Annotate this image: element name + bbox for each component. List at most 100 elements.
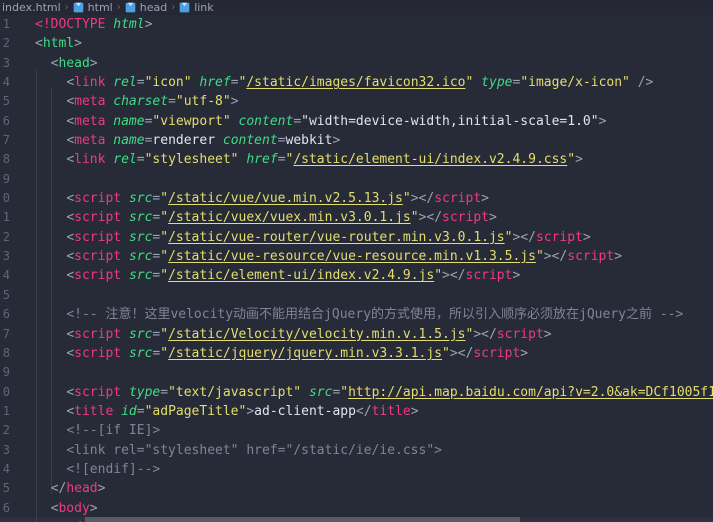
chevron-right-icon: › (171, 2, 176, 13)
code-text: <script src="/static/vuex/vuex.min.v3.0.… (66, 210, 497, 226)
scrollbar-thumb[interactable] (85, 517, 520, 522)
code-line: 3 <head> (0, 54, 713, 73)
line-number: 0 (2, 191, 10, 206)
code-line: 9 (0, 170, 713, 189)
breadcrumb: index.html › html › head › link (0, 0, 713, 15)
breadcrumb-item-html[interactable]: html (73, 1, 113, 14)
code-line: 3 <link rel="stylesheet" href="/static/i… (0, 441, 713, 460)
breadcrumb-item-head[interactable]: head (125, 1, 167, 14)
breadcrumb-item-link[interactable]: link (179, 1, 214, 14)
line-number: 6 (2, 500, 10, 515)
line-number: 7 (2, 326, 10, 341)
line-number: 8 (2, 152, 10, 167)
code-line: 8 <script src="/static/jquery/jquery.min… (0, 344, 713, 363)
line-number: 4 (2, 268, 10, 283)
code-line: 7 <script src="/static/Velocity/velocity… (0, 325, 713, 344)
breadcrumb-file-label: index.html (2, 1, 61, 14)
horizontal-scrollbar[interactable] (0, 517, 713, 522)
code-text: <meta name="viewport" content="width=dev… (66, 113, 607, 129)
code-line: 6 <meta name="viewport" content="width=d… (0, 112, 713, 131)
line-number: 9 (2, 171, 10, 186)
breadcrumb-item-label: html (87, 1, 113, 14)
symbol-tag-icon (125, 2, 136, 13)
line-number: 3 (2, 442, 10, 457)
symbol-tag-icon (73, 2, 83, 13)
indent-guide (36, 69, 37, 522)
code-line: 0 <script src="/static/vue/vue.min.v2.5.… (0, 189, 713, 208)
line-number: 5 (2, 481, 10, 496)
code-text: <!DOCTYPE html> (35, 17, 153, 32)
code-text: <head> (50, 55, 98, 71)
code-line: 4 <![endif]--> (0, 460, 713, 479)
code-text: <body> (50, 500, 98, 516)
code-text: <script src="/static/element-ui/index.v2… (66, 268, 521, 284)
code-line: 0 <script type="text/javascript" src="ht… (0, 383, 713, 402)
line-number: 2 (2, 36, 10, 51)
code-line: 1 <title id="adPageTitle">ad-client-app<… (0, 402, 713, 421)
code-text: <meta charset="utf-8"> (66, 94, 239, 110)
code-line: 2 <script src="/static/vue-router/vue-ro… (0, 228, 713, 247)
indent-guide (51, 88, 52, 494)
line-number: 5 (2, 287, 10, 302)
line-number: 3 (2, 249, 10, 264)
code-text: <script src="/static/vue-router/vue-rout… (66, 229, 591, 245)
code-text: <script src="/static/jquery/jquery.min.v… (66, 345, 529, 361)
line-number: 6 (2, 307, 10, 322)
code-line: 3 <script src="/static/vue-resource/vue-… (0, 247, 713, 266)
breadcrumb-item-label: link (194, 1, 214, 14)
line-number: 2 (2, 229, 10, 244)
code-text: <script src="/static/Velocity/velocity.m… (66, 326, 552, 342)
code-line: 8 <link rel="stylesheet" href="/static/e… (0, 150, 713, 169)
code-text: <meta name=renderer content=webkit> (66, 133, 341, 149)
line-number: 5 (2, 94, 10, 109)
symbol-tag-icon (179, 2, 190, 13)
code-text: <title id="adPageTitle">ad-client-app</t… (66, 403, 419, 419)
code-line: 6 <body> (0, 499, 713, 518)
code-text: <link rel="stylesheet" href="/static/ie/… (66, 442, 442, 458)
line-number: 3 (2, 55, 10, 70)
code-text: <!--[if IE]> (66, 423, 161, 439)
code-line: 1 <!DOCTYPE html> (0, 15, 713, 34)
line-number: 0 (2, 384, 10, 399)
line-number: 7 (2, 133, 10, 148)
code-line: 5 (0, 286, 713, 305)
line-number: 4 (2, 461, 10, 476)
code-line: 7 <meta name=renderer content=webkit> (0, 131, 713, 150)
breadcrumb-file[interactable]: index.html (2, 1, 61, 14)
breadcrumb-item-label: head (139, 1, 168, 14)
code-editor-window: index.html › html › head › link 1 <!DOCTY… (0, 0, 713, 522)
code-text: <script src="/static/vue-resource/vue-re… (66, 249, 623, 265)
line-number: 9 (2, 365, 10, 380)
line-number: 1 (2, 403, 10, 418)
code-line: 5 <meta charset="utf-8"> (0, 92, 713, 111)
line-number: 4 (2, 75, 10, 90)
code-text: <html> (35, 36, 82, 52)
code-text: <!-- 注意！这里velocity动画不能用结合jQuery的方式使用，所以引… (66, 307, 684, 323)
code-line: 1 <script src="/static/vuex/vuex.min.v3.… (0, 208, 713, 227)
line-number: 8 (2, 345, 10, 360)
code-text: <script src="/static/vue/vue.min.v2.5.13… (66, 191, 489, 207)
code-line: 2 <html> (0, 34, 713, 53)
code-lines: 1 <!DOCTYPE html> 2 <html> 3 <head> 4 <link r… (0, 15, 713, 522)
code-line: 4 <script src="/static/element-ui/index.… (0, 266, 713, 285)
line-number: 2 (2, 423, 10, 438)
code-text: </head> (50, 481, 106, 497)
code-text: <link rel="stylesheet" href="/static/ele… (66, 152, 583, 168)
line-number: 1 (2, 17, 10, 31)
code-line: 9 (0, 363, 713, 382)
line-number: 1 (2, 210, 10, 225)
code-line: 4 <link rel="icon" href="/static/images/… (0, 73, 713, 92)
code-text: <link rel="icon" href="/static/images/fa… (66, 75, 654, 91)
code-text: <script type="text/javascript" src="http… (66, 384, 713, 400)
code-line: 5 </head> (0, 479, 713, 498)
code-line: 2 <!--[if IE]> (0, 421, 713, 440)
chevron-right-icon: › (116, 2, 121, 13)
editor-pane[interactable]: 1 <!DOCTYPE html> 2 <html> 3 <head> 4 <link r… (0, 15, 713, 522)
code-text: <![endif]--> (66, 461, 161, 477)
line-number: 6 (2, 113, 10, 128)
chevron-right-icon: › (64, 2, 69, 13)
code-line: 6 <!-- 注意！这里velocity动画不能用结合jQuery的方式使用，所… (0, 305, 713, 324)
